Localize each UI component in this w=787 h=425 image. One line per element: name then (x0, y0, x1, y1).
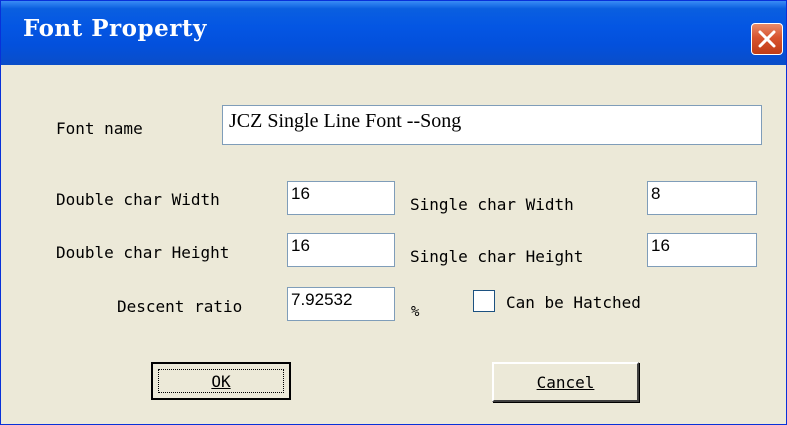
can-be-hatched-checkbox[interactable] (473, 290, 495, 312)
window-title: Font Property (23, 15, 207, 42)
font-name-label: Font name (56, 119, 143, 138)
font-name-field[interactable]: JCZ Single Line Font --Song (222, 105, 762, 145)
ok-button[interactable]: OK (151, 362, 291, 400)
double-char-height-field[interactable]: 16 (287, 233, 395, 267)
title-bar[interactable]: Font Property (1, 1, 786, 65)
descent-ratio-field[interactable]: 7.92532 (287, 287, 395, 321)
single-char-width-label: Single char Width (410, 195, 574, 214)
cancel-button-label: Cancel (536, 372, 595, 392)
single-char-height-field[interactable]: 16 (647, 233, 757, 267)
double-char-width-label: Double char Width (56, 190, 220, 209)
single-char-width-field[interactable]: 8 (647, 181, 757, 215)
font-property-dialog: Font Property Font name JCZ Single Line … (0, 0, 787, 425)
double-char-width-field[interactable]: 16 (287, 181, 395, 215)
can-be-hatched-label[interactable]: Can be Hatched (506, 293, 641, 312)
percent-unit: % (411, 304, 420, 320)
single-char-height-label: Single char Height (410, 247, 584, 266)
descent-ratio-label: Descent ratio (117, 297, 243, 316)
double-char-height-label: Double char Height (56, 243, 230, 262)
ok-button-label: OK (211, 371, 231, 391)
cancel-button[interactable]: Cancel (492, 362, 639, 402)
close-button[interactable] (751, 23, 783, 55)
close-icon (758, 30, 776, 48)
